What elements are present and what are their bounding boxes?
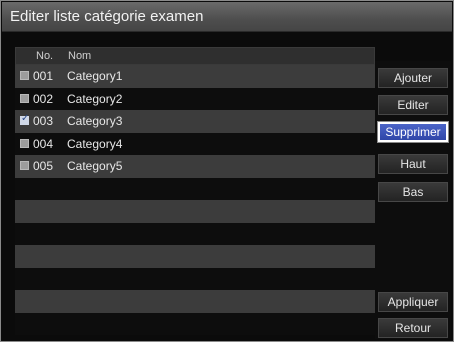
row-number: 005 [33, 159, 54, 173]
edit-category-dialog: Editer liste catégorie examen No. Nom 00… [0, 0, 454, 342]
empty-row [15, 267, 375, 290]
empty-row [15, 200, 375, 223]
bas-button[interactable]: Bas [378, 182, 448, 202]
row-name: Category1 [67, 69, 123, 83]
dialog-title: Editer liste catégorie examen [10, 8, 204, 25]
table-row[interactable]: 004 Category4 [15, 132, 375, 155]
table-row[interactable]: 005 Category5 [15, 155, 375, 178]
row-number: 002 [33, 91, 54, 106]
column-header-no: No. [36, 50, 54, 62]
row-checkbox[interactable] [20, 71, 29, 80]
empty-row [15, 177, 375, 200]
supprimer-button[interactable]: Supprimer [377, 121, 449, 143]
title-bar: Editer liste catégorie examen [2, 2, 452, 32]
column-header-nom: Nom [68, 50, 92, 62]
editer-button[interactable]: Editer [378, 95, 448, 115]
list-header: No. Nom [15, 47, 375, 65]
empty-row [15, 245, 375, 268]
row-name: Category4 [67, 136, 123, 151]
row-checkbox[interactable] [20, 161, 29, 170]
row-number: 004 [33, 136, 54, 151]
row-checkbox[interactable] [20, 113, 29, 125]
row-name: Category2 [67, 91, 123, 106]
row-name: Category3 [67, 114, 123, 128]
row-checkbox[interactable] [20, 93, 29, 103]
ajouter-button[interactable]: Ajouter [378, 68, 448, 88]
row-number: 001 [33, 69, 54, 83]
empty-row [15, 290, 375, 313]
row-number: 003 [33, 114, 54, 128]
table-row[interactable]: 002 Category2 [15, 87, 375, 110]
empty-row [15, 222, 375, 245]
row-checkbox[interactable] [20, 138, 29, 148]
appliquer-button[interactable]: Appliquer [378, 292, 448, 312]
table-row[interactable]: 001 Category1 [15, 65, 375, 88]
table-row[interactable]: 003 Category3 [15, 110, 375, 133]
category-list: No. Nom 001 Category1 002 Category2 003 … [15, 47, 375, 337]
empty-row [15, 312, 375, 335]
list-rows: 001 Category1 002 Category2 003 Category… [15, 65, 375, 335]
retour-button[interactable]: Retour [378, 318, 448, 338]
row-name: Category5 [67, 159, 123, 173]
haut-button[interactable]: Haut [378, 154, 448, 174]
